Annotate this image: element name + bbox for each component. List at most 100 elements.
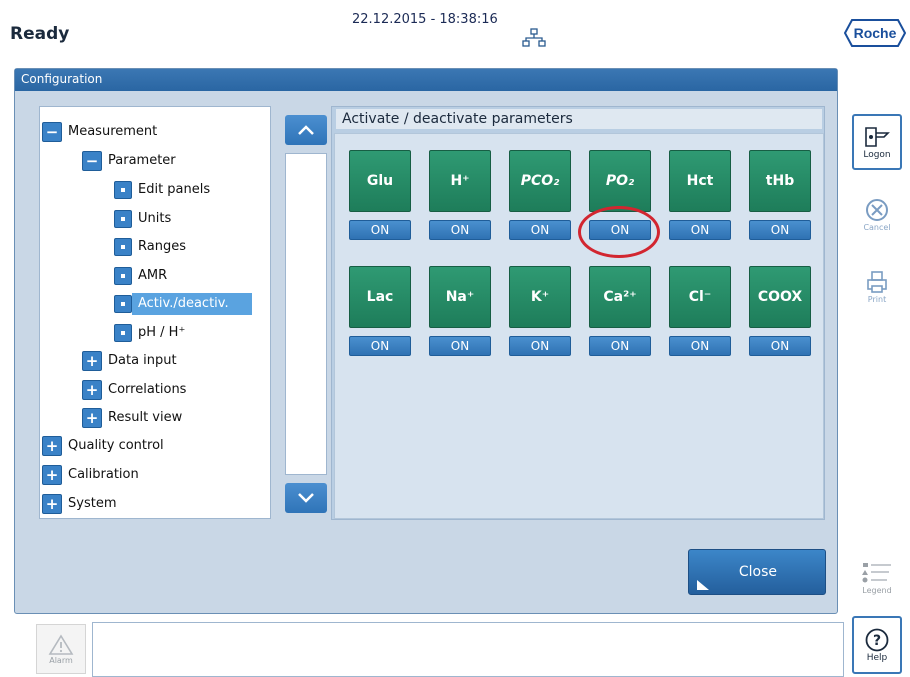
bullet-icon [114,324,132,342]
print-icon [867,270,887,293]
print-button[interactable]: Print [852,258,902,314]
status-title: Ready [10,24,70,44]
expand-icon[interactable]: + [42,436,62,456]
tree-item-activ-deactiv[interactable]: Activ./deactiv. [114,291,252,317]
roche-logo: Roche [843,18,907,48]
tree-item-label: Result view [108,410,183,425]
tree-item-label: Measurement [68,124,158,139]
param-tile-po2[interactable]: PO₂ [589,150,651,212]
tree-item-label: System [68,496,117,511]
toggle-hct-button[interactable]: ON [669,220,731,240]
param-tile-coox[interactable]: COOX [749,266,811,328]
legend-button[interactable]: Legend [848,560,906,606]
toggle-h-button[interactable]: ON [429,220,491,240]
tree-item-label: Units [138,211,172,226]
close-label: Close [738,564,777,580]
tree-item-label: Correlations [108,382,187,397]
param-tile-k[interactable]: K⁺ [509,266,571,328]
tree-item-edit-panels[interactable]: Edit panels [114,177,216,203]
highlight-circle [578,206,660,258]
tree-item-calibration[interactable]: + Calibration [42,462,145,488]
tree-item-label: Calibration [68,467,139,482]
parameters-panel: Activate / deactivate parameters Glu H⁺ … [331,106,825,520]
toggle-ca-button[interactable]: ON [589,336,651,356]
bullet-icon [114,295,132,313]
scroll-up-button[interactable] [285,115,327,145]
param-tile-pco2[interactable]: PCO₂ [509,150,571,212]
chevron-down-icon [298,493,314,503]
expand-icon[interactable]: + [82,408,102,428]
tree-item-label: Parameter [108,153,176,168]
legend-icon [862,563,891,583]
param-tile-na[interactable]: Na⁺ [429,266,491,328]
expand-icon[interactable]: + [42,494,62,514]
help-label: Help [866,653,888,663]
expand-icon[interactable]: + [82,351,102,371]
param-tile-hct[interactable]: Hct [669,150,731,212]
param-tile-glu[interactable]: Glu [349,150,411,212]
toggle-glu-button[interactable]: ON [349,220,411,240]
tree-item-label: Ranges [138,239,186,254]
brand-text: Roche [854,25,897,41]
toggle-k-button[interactable]: ON [509,336,571,356]
logon-icon [865,127,890,147]
param-tile-ca[interactable]: Ca²⁺ [589,266,651,328]
cancel-icon [866,198,888,221]
toggle-pco2-button[interactable]: ON [509,220,571,240]
param-tile-thb[interactable]: tHb [749,150,811,212]
alarm-warning-icon [48,633,74,655]
help-icon: ? [865,628,889,652]
toggle-thb-button[interactable]: ON [749,220,811,240]
svg-text:?: ? [873,633,881,649]
logon-label: Logon [863,150,891,160]
tree-item-ranges[interactable]: Ranges [114,234,192,260]
tree-item-data-input[interactable]: + Data input [82,348,183,374]
config-tree: − Measurement − Parameter Edit panels Un… [39,106,271,519]
toggle-cl-button[interactable]: ON [669,336,731,356]
cancel-label: Cancel [863,222,891,232]
bullet-icon [114,210,132,228]
tree-item-label: Quality control [68,438,164,453]
window-title: Configuration [15,69,837,91]
collapse-icon[interactable]: − [42,122,62,142]
param-tile-cl[interactable]: Cl⁻ [669,266,731,328]
bullet-icon [114,267,132,285]
tree-item-correlations[interactable]: + Correlations [82,377,192,403]
print-label: Print [867,294,887,304]
tree-item-label: Edit panels [138,182,211,197]
expand-icon[interactable]: + [82,380,102,400]
toggle-lac-button[interactable]: ON [349,336,411,356]
alarm-button[interactable]: Alarm [36,624,86,674]
chevron-up-icon [298,125,314,135]
bullet-icon [114,181,132,199]
corner-marker-icon [697,580,709,590]
param-tile-h[interactable]: H⁺ [429,150,491,212]
tree-item-units[interactable]: Units [114,206,177,232]
close-button[interactable]: Close [688,549,826,595]
tree-item-result-view[interactable]: + Result view [82,405,188,431]
tree-item-label: AMR [138,268,168,283]
network-icon [522,28,546,48]
legend-label: Legend [862,586,892,595]
param-tile-lac[interactable]: Lac [349,266,411,328]
scroll-track[interactable] [285,153,327,475]
toggle-coox-button[interactable]: ON [749,336,811,356]
configuration-window: Configuration − Measurement − Parameter … [14,68,838,614]
tree-item-ph[interactable]: pH / H⁺ [114,320,191,346]
expand-icon[interactable]: + [42,465,62,485]
tree-item-parameter[interactable]: − Parameter [82,148,182,174]
tree-item-label: Data input [108,353,177,368]
cancel-button[interactable]: Cancel [852,186,902,242]
tree-item-label: Activ./deactiv. [132,293,252,315]
help-button[interactable]: ? Help [852,616,902,674]
collapse-icon[interactable]: − [82,151,102,171]
message-area [92,622,844,677]
tree-item-measurement[interactable]: − Measurement [42,119,163,145]
scroll-down-button[interactable] [285,483,327,513]
tree-item-amr[interactable]: AMR [114,263,173,289]
parameters-grid: Glu H⁺ PCO₂ PO₂ Hct tHb ON ON ON ON ON O… [334,133,824,519]
toggle-na-button[interactable]: ON [429,336,491,356]
logon-button[interactable]: Logon [852,114,902,170]
tree-item-quality-control[interactable]: + Quality control [42,433,170,459]
tree-item-system[interactable]: + System [42,491,122,517]
